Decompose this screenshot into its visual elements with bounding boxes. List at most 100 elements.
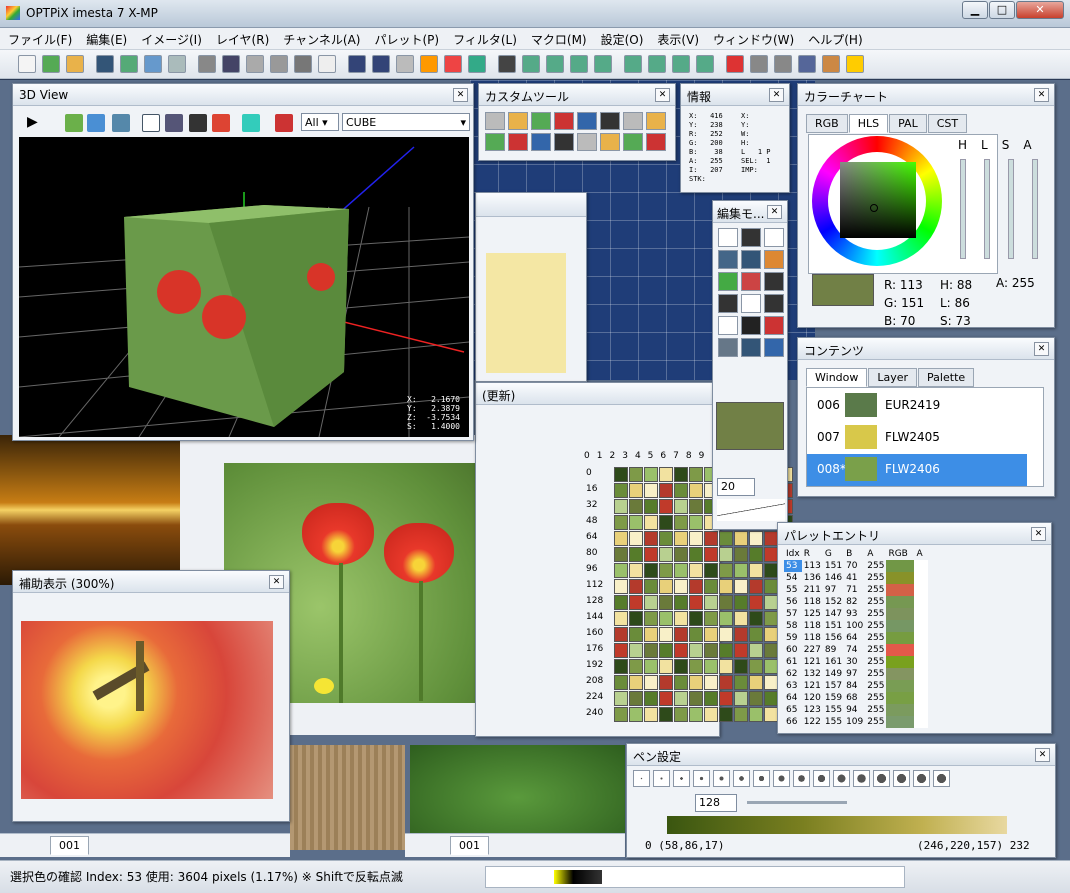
menu-item[interactable]: 設定(O) [593, 28, 650, 48]
toolbar-tool-icon[interactable] [774, 55, 792, 73]
reset-icon[interactable] [242, 114, 260, 132]
palette-cell[interactable] [689, 627, 703, 642]
palette-cell[interactable] [689, 707, 703, 722]
toolbar-tool-icon[interactable] [624, 55, 642, 73]
palette-cell[interactable] [659, 659, 673, 674]
edit-tool-icon[interactable] [764, 250, 784, 269]
3d-viewport[interactable]: X: 2.1670 Y: 2.3879 Z: -3.7534 S: 1.4000 [19, 137, 469, 437]
palette-cell[interactable] [629, 563, 643, 578]
custom-tool-icon[interactable] [600, 112, 620, 130]
palette-cell[interactable] [659, 563, 673, 578]
palette-cell[interactable] [674, 627, 688, 642]
palette-cell[interactable] [629, 707, 643, 722]
toolbar-tool-icon[interactable] [270, 55, 288, 73]
palette-cell[interactable] [614, 707, 628, 722]
palette-cell[interactable] [734, 563, 748, 578]
brush-shape-icon[interactable] [933, 770, 950, 787]
pan-icon[interactable] [87, 114, 105, 132]
custom-tool-icon[interactable] [623, 133, 643, 151]
palette-cell[interactable] [674, 499, 688, 514]
palette-cell[interactable] [689, 547, 703, 562]
palette-cell[interactable] [614, 691, 628, 706]
palette-cell[interactable] [704, 627, 718, 642]
palette-cell[interactable] [704, 547, 718, 562]
palette-entry-row[interactable]: 55 211 97 71 255 [784, 584, 929, 596]
palette-cell[interactable] [719, 611, 733, 626]
l-slider[interactable] [984, 159, 990, 259]
custom-tool-icon[interactable] [623, 112, 643, 130]
palette-cell[interactable] [629, 483, 643, 498]
toolbar-tool-icon[interactable] [594, 55, 612, 73]
palette-cell[interactable] [674, 483, 688, 498]
solid-icon[interactable] [212, 114, 230, 132]
toolbar-tool-icon[interactable] [372, 55, 390, 73]
doc-tab[interactable]: 001 [50, 836, 89, 855]
custom-tool-icon[interactable] [485, 133, 505, 151]
palette-cell[interactable] [719, 595, 733, 610]
edit-tool-icon[interactable] [764, 316, 784, 335]
object-select[interactable]: CUBE ▾ [342, 113, 470, 131]
palette-cell[interactable] [614, 627, 628, 642]
palette-cell[interactable] [734, 675, 748, 690]
palette-cell[interactable] [629, 627, 643, 642]
brush-shape-icon[interactable] [833, 770, 850, 787]
palette-cell[interactable] [614, 483, 628, 498]
rotate-icon[interactable] [65, 114, 83, 132]
palette-cell[interactable] [719, 627, 733, 642]
toolbar-tool-icon[interactable] [546, 55, 564, 73]
palette-cell[interactable] [614, 611, 628, 626]
palette-cell[interactable] [764, 579, 778, 594]
brush-shape-icon[interactable] [633, 770, 650, 787]
close-icon[interactable]: ✕ [767, 205, 782, 219]
palette-cell[interactable] [704, 595, 718, 610]
palette-entry-row[interactable]: 60 227 89 74 255 [784, 644, 929, 656]
palette-cell[interactable] [659, 627, 673, 642]
toolbar-tool-icon[interactable] [672, 55, 690, 73]
close-icon[interactable]: ✕ [1031, 527, 1046, 541]
brush-shape-icon[interactable] [853, 770, 870, 787]
menu-item[interactable]: レイヤ(R) [208, 28, 275, 48]
palette-cell[interactable] [659, 515, 673, 530]
toolbar-tool-icon[interactable] [120, 55, 138, 73]
palette-cell[interactable] [689, 563, 703, 578]
pen-size-input[interactable]: 128 [695, 794, 737, 812]
palette-cell[interactable] [674, 659, 688, 674]
edit-tool-icon[interactable] [741, 338, 761, 357]
palette-cell[interactable] [629, 595, 643, 610]
zoom-icon[interactable] [112, 114, 130, 132]
brush-shape-icon[interactable] [753, 770, 770, 787]
palette-cell[interactable] [644, 707, 658, 722]
palette-cell[interactable] [704, 563, 718, 578]
s-slider[interactable] [1008, 159, 1014, 259]
custom-tool-icon[interactable] [508, 112, 528, 130]
palette-cell[interactable] [644, 595, 658, 610]
toolbar-tool-icon[interactable] [348, 55, 366, 73]
edit-tool-icon[interactable] [741, 250, 761, 269]
palette-cell[interactable] [689, 467, 703, 482]
palette-cell[interactable] [644, 611, 658, 626]
menu-item[interactable]: 表示(V) [649, 28, 705, 48]
palette-cell[interactable] [629, 467, 643, 482]
palette-cell[interactable] [614, 595, 628, 610]
menu-item[interactable]: ヘルプ(H) [800, 28, 868, 48]
brush-shape-icon[interactable] [653, 770, 670, 787]
palette-cell[interactable] [644, 643, 658, 658]
contents-tab[interactable]: Layer [868, 368, 918, 387]
palette-cell[interactable] [719, 643, 733, 658]
palette-entry-row[interactable]: 53 113 151 70 255 [784, 560, 929, 572]
palette-cell[interactable] [659, 675, 673, 690]
palette-entry-row[interactable]: 57 125 147 93 255 [784, 608, 929, 620]
palette-cell[interactable] [689, 483, 703, 498]
palette-entry-row[interactable]: 59 118 156 64 255 [784, 632, 929, 644]
custom-tool-icon[interactable] [554, 133, 574, 151]
toolbar-tool-icon[interactable] [648, 55, 666, 73]
custom-tool-icon[interactable] [531, 133, 551, 151]
palette-cell[interactable] [629, 515, 643, 530]
edit-tool-icon[interactable] [718, 338, 738, 357]
palette-cell[interactable] [659, 595, 673, 610]
palette-cell[interactable] [659, 467, 673, 482]
palette-cell[interactable] [644, 627, 658, 642]
toolbar-tool-icon[interactable] [570, 55, 588, 73]
edit-tool-icon[interactable] [764, 338, 784, 357]
palette-cell[interactable] [764, 675, 778, 690]
